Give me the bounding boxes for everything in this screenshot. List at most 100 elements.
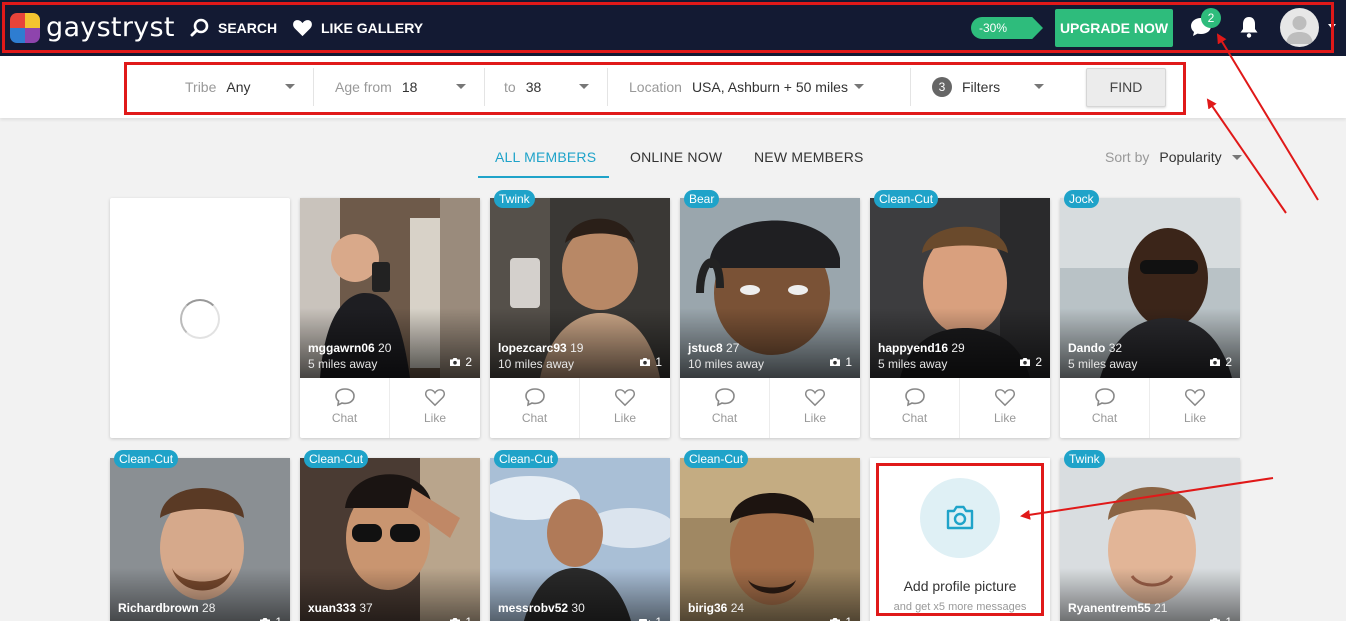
location-value: USA, Ashburn + 50 miles: [691, 79, 848, 95]
location-select[interactable]: Location USA, Ashburn + 50 miles: [609, 68, 911, 106]
camera-icon: [830, 618, 841, 621]
chat-bubble-icon: [714, 388, 735, 407]
tribe-select[interactable]: Tribe Any: [185, 68, 314, 106]
search-filter-bar: Tribe Any Age from 18 to 38 Location USA…: [0, 56, 1346, 118]
user-avatar[interactable]: [1280, 8, 1319, 47]
tab-all-members[interactable]: ALL MEMBERS: [495, 149, 596, 165]
member-username: Dando 32: [1068, 341, 1123, 355]
age-to-select[interactable]: to 38: [486, 68, 608, 106]
like-button[interactable]: Like: [580, 378, 670, 438]
bell-icon[interactable]: [1239, 15, 1259, 39]
member-username: Ryanentrem55 21: [1068, 601, 1168, 615]
member-username: mggawrn06 20: [308, 341, 392, 355]
chat-button[interactable]: Chat: [490, 378, 580, 438]
member-card[interactable]: Clean-Cut Richardbrown 28 1: [110, 450, 290, 621]
member-card[interactable]: mggawrn06 20 5 miles away 2 Chat Like: [300, 198, 480, 438]
photo-count: 1: [259, 615, 282, 621]
photo-count: 1: [449, 615, 472, 621]
member-card[interactable]: Jock Dando 32 5 miles away 2 Chat Like: [1060, 190, 1240, 438]
add-photo-circle[interactable]: [920, 478, 1000, 558]
tribe-tag: Bear: [684, 190, 720, 208]
member-card[interactable]: Clean-Cut happyend16 29 5 miles away 2 C…: [870, 190, 1050, 438]
chat-button[interactable]: Chat: [680, 378, 770, 438]
chat-button[interactable]: Chat: [300, 378, 390, 438]
sort-by-select[interactable]: Sort by Popularity: [1105, 149, 1242, 165]
tribe-tag: Clean-Cut: [494, 450, 559, 468]
member-card[interactable]: Clean-Cut xuan333 37 1: [300, 450, 480, 621]
photo-count: 1: [829, 355, 852, 369]
card-actions: Chat Like: [1060, 378, 1240, 438]
camera-icon: [830, 358, 841, 366]
member-photo[interactable]: [490, 458, 670, 621]
filters-label: Filters: [962, 79, 1001, 95]
tab-online-now[interactable]: ONLINE NOW: [630, 149, 722, 165]
add-profile-picture-title: Add profile picture: [903, 578, 1017, 594]
add-profile-picture-card[interactable]: Add profile picture and get x5 more mess…: [870, 458, 1050, 621]
member-username: lopezcarc93 19: [498, 341, 584, 355]
member-card[interactable]: Clean-Cut birig36 24 1: [680, 450, 860, 621]
messages-count-badge: 2: [1201, 8, 1221, 28]
like-button[interactable]: Like: [960, 378, 1050, 438]
chat-bubble-icon: [904, 388, 925, 407]
upgrade-now-button[interactable]: UPGRADE NOW: [1055, 9, 1173, 47]
member-card[interactable]: Bear jstuc8 27 10 miles away 1 Chat Like: [680, 190, 860, 438]
logo-mark-icon: [10, 12, 40, 43]
top-navigation-bar: gaystryst SEARCH LIKE GALLERY -30% OFF U…: [0, 0, 1346, 56]
add-profile-picture-subtitle: and get x5 more messages: [893, 601, 1027, 613]
loading-card: [110, 198, 290, 438]
like-button[interactable]: Like: [770, 378, 860, 438]
brand-logo[interactable]: gaystryst: [10, 12, 175, 43]
member-username: messrobv52 30: [498, 601, 585, 615]
camera-icon: [450, 618, 461, 621]
discount-badge: -30% OFF: [971, 17, 1043, 39]
like-button[interactable]: Like: [1150, 378, 1240, 438]
member-card[interactable]: Twink lopezcarc93 19 10 miles away 1 Cha…: [490, 190, 670, 438]
tribe-value: Any: [226, 79, 251, 95]
member-photo[interactable]: [680, 458, 860, 621]
member-distance: 5 miles away: [1068, 357, 1138, 371]
chat-button[interactable]: Chat: [1060, 378, 1150, 438]
nav-search-label: SEARCH: [218, 20, 278, 36]
heart-outline-icon: [805, 389, 825, 407]
find-button[interactable]: FIND: [1086, 68, 1166, 107]
tab-new-members[interactable]: NEW MEMBERS: [754, 149, 864, 165]
sort-by-value: Popularity: [1159, 149, 1222, 165]
age-to-value: 38: [525, 79, 542, 95]
more-filters-select[interactable]: 3 Filters: [912, 68, 1062, 106]
nav-search-link[interactable]: SEARCH: [190, 18, 277, 38]
heart-outline-icon: [615, 389, 635, 407]
heart-outline-icon: [1185, 389, 1205, 407]
camera-icon: [450, 358, 461, 366]
heart-icon: [293, 20, 312, 37]
sort-by-label: Sort by: [1105, 149, 1150, 165]
card-actions: Chat Like: [300, 378, 480, 438]
chevron-down-icon: [854, 84, 864, 89]
heart-outline-icon: [995, 389, 1015, 407]
member-username: birig36 24: [688, 601, 745, 615]
chat-bubble-icon: [334, 388, 355, 407]
camera-icon: [1210, 358, 1221, 366]
member-card[interactable]: Clean-Cut messrobv52 30 1: [490, 450, 670, 621]
camera-icon: [1210, 618, 1221, 621]
chat-button[interactable]: Chat: [870, 378, 960, 438]
loading-spinner-icon: [180, 299, 220, 339]
camera-icon: [260, 618, 271, 621]
member-card[interactable]: Twink Ryanentrem55 21 1: [1060, 450, 1240, 621]
card-actions: Chat Like: [680, 378, 860, 438]
photo-count: 2: [449, 355, 472, 369]
member-photo[interactable]: [1060, 458, 1240, 621]
chat-bubble-icon: [524, 388, 545, 407]
photo-count: 2: [1019, 355, 1042, 369]
age-from-select[interactable]: Age from 18: [315, 68, 485, 106]
location-label: Location: [629, 79, 682, 95]
member-photo[interactable]: [300, 458, 480, 621]
member-photo[interactable]: [110, 458, 290, 621]
member-distance: 5 miles away: [308, 357, 378, 371]
nav-like-gallery-label: LIKE GALLERY: [321, 19, 424, 36]
like-button[interactable]: Like: [390, 378, 480, 438]
camera-icon: [640, 358, 651, 366]
account-menu-caret-icon[interactable]: [1328, 24, 1336, 29]
tribe-label: Tribe: [185, 79, 217, 95]
nav-like-gallery-link[interactable]: LIKE GALLERY: [292, 18, 423, 37]
photo-count: 1: [639, 355, 662, 369]
